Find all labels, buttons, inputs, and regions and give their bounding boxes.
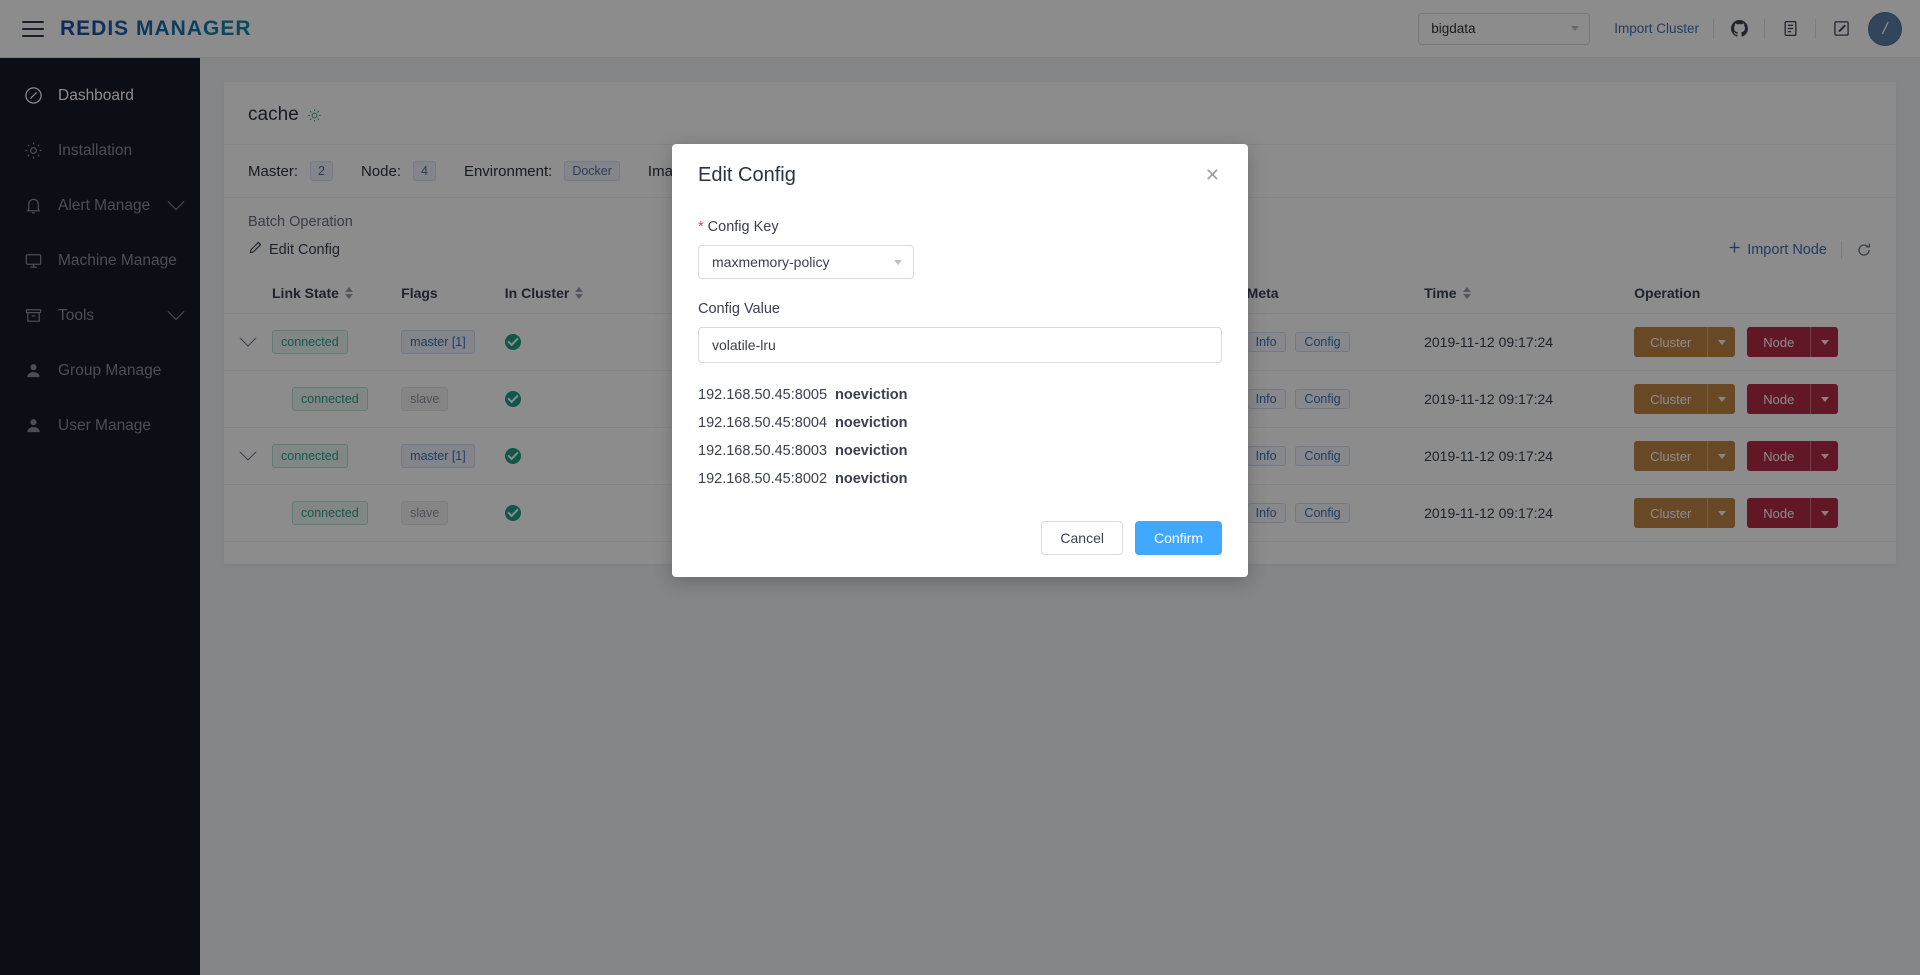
config-key-label: * Config Key bbox=[698, 219, 1222, 235]
modal-body: * Config Key maxmemory-policy Config Valu… bbox=[672, 201, 1248, 503]
confirm-button[interactable]: Confirm bbox=[1134, 521, 1222, 555]
list-item: 192.168.50.45:8005 noeviction bbox=[698, 381, 1222, 409]
edit-config-modal: Edit Config ✕ * Config Key maxmemory-poli… bbox=[672, 144, 1248, 577]
node-config-value: noeviction bbox=[835, 387, 908, 403]
config-value-label: Config Value bbox=[698, 301, 780, 317]
node-config-list: 192.168.50.45:8005 noeviction 192.168.50… bbox=[698, 381, 1222, 493]
config-value-input[interactable] bbox=[698, 327, 1222, 363]
node-address: 192.168.50.45:8003 bbox=[698, 443, 828, 459]
required-marker: * bbox=[698, 219, 704, 235]
app-root: REDIS MANAGER bigdata Import Cluster / D… bbox=[0, 0, 1920, 975]
modal-header: Edit Config ✕ bbox=[672, 144, 1248, 201]
config-key-value: maxmemory-policy bbox=[712, 254, 830, 270]
node-address: 192.168.50.45:8004 bbox=[698, 415, 828, 431]
modal-title: Edit Config bbox=[698, 164, 796, 186]
cancel-button[interactable]: Cancel bbox=[1041, 521, 1123, 555]
modal-footer: Cancel Confirm bbox=[672, 503, 1248, 577]
list-item: 192.168.50.45:8003 noeviction bbox=[698, 437, 1222, 465]
config-key-select[interactable]: maxmemory-policy bbox=[698, 245, 914, 279]
node-address: 192.168.50.45:8005 bbox=[698, 387, 828, 403]
node-config-value: noeviction bbox=[835, 415, 908, 431]
close-icon[interactable]: ✕ bbox=[1203, 164, 1222, 186]
node-config-value: noeviction bbox=[835, 443, 908, 459]
config-key-label-text: Config Key bbox=[707, 219, 779, 235]
list-item: 192.168.50.45:8004 noeviction bbox=[698, 409, 1222, 437]
list-item: 192.168.50.45:8002 noeviction bbox=[698, 465, 1222, 493]
node-address: 192.168.50.45:8002 bbox=[698, 471, 828, 487]
node-config-value: noeviction bbox=[835, 471, 908, 487]
chevron-down-icon bbox=[894, 259, 902, 265]
